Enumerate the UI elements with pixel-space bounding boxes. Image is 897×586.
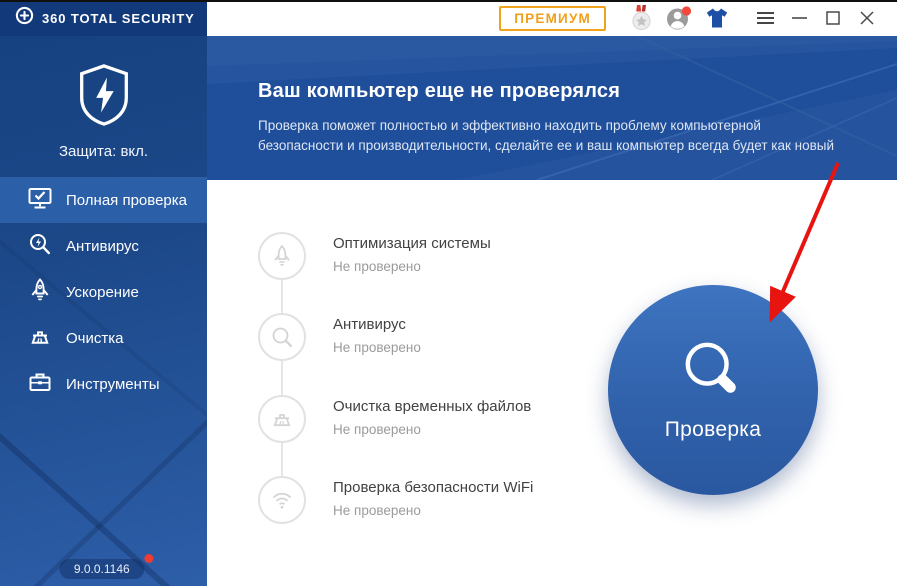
checklist-item-title: Проверка безопасности WiFi bbox=[333, 479, 533, 496]
scan-button-label: Проверка bbox=[665, 418, 761, 442]
status-banner: Ваш компьютер еще не проверялся Проверка… bbox=[207, 36, 897, 180]
magnifier-icon bbox=[258, 313, 306, 361]
app-logo: 360 TOTAL SECURITY bbox=[0, 0, 207, 36]
minimize-icon[interactable] bbox=[782, 3, 816, 33]
sidebar-item-tools[interactable]: Инструменты bbox=[0, 361, 207, 407]
theme-shirt-icon[interactable] bbox=[702, 3, 732, 33]
medal-icon[interactable] bbox=[626, 3, 656, 33]
account-icon[interactable] bbox=[664, 3, 694, 33]
checklist-item-status: Не проверено bbox=[333, 422, 531, 437]
toolbox-icon bbox=[27, 369, 53, 399]
broom-icon bbox=[27, 323, 53, 353]
sidebar: 360 TOTAL SECURITY Защита: вкл. bbox=[0, 0, 207, 586]
sidebar-menu: Полная проверка Антивирус bbox=[0, 177, 207, 407]
checklist-item-antivirus: Антивирус Не проверено bbox=[258, 313, 421, 361]
sidebar-item-speedup[interactable]: Ускорение bbox=[0, 269, 207, 315]
broom-icon bbox=[258, 395, 306, 443]
scan-button[interactable]: Проверка bbox=[608, 285, 818, 495]
wifi-icon bbox=[258, 476, 306, 524]
logo-text: 360 TOTAL SECURITY bbox=[42, 11, 195, 26]
app-window: 360 TOTAL SECURITY Защита: вкл. bbox=[0, 0, 897, 586]
circle-plus-icon bbox=[15, 6, 34, 30]
shield-lightning-icon bbox=[76, 114, 132, 131]
sidebar-item-label: Полная проверка bbox=[66, 192, 187, 209]
version-text: 9.0.0.1146 bbox=[74, 562, 130, 576]
close-icon[interactable] bbox=[850, 3, 884, 33]
protection-status-block: Защита: вкл. bbox=[0, 63, 207, 160]
menu-icon[interactable] bbox=[748, 3, 782, 33]
maximize-icon[interactable] bbox=[816, 3, 850, 33]
rocket-icon bbox=[27, 277, 53, 307]
checklist-item-title: Очистка временных файлов bbox=[333, 398, 531, 415]
sidebar-item-cleanup[interactable]: Очистка bbox=[0, 315, 207, 361]
version-badge: 9.0.0.1146 bbox=[59, 559, 145, 579]
sidebar-item-antivirus[interactable]: Антивирус bbox=[0, 223, 207, 269]
monitor-check-icon bbox=[27, 185, 53, 215]
checklist-item-status: Не проверено bbox=[333, 503, 533, 518]
window-controls bbox=[748, 3, 884, 33]
sidebar-item-label: Антивирус bbox=[66, 238, 139, 255]
checklist-item-title: Антивирус bbox=[333, 316, 421, 333]
sidebar-item-label: Ускорение bbox=[66, 284, 139, 301]
checklist-item-status: Не проверено bbox=[333, 340, 421, 355]
premium-button[interactable]: ПРЕМИУМ bbox=[499, 6, 606, 31]
titlebar: ПРЕМИУМ bbox=[207, 0, 897, 36]
sidebar-item-label: Инструменты bbox=[66, 376, 160, 393]
sidebar-item-full-check[interactable]: Полная проверка bbox=[0, 177, 207, 223]
checklist-connector-line bbox=[281, 256, 283, 500]
checklist-item-status: Не проверено bbox=[333, 259, 491, 274]
checklist-item-optimization: Оптимизация системы Не проверено bbox=[258, 232, 491, 280]
page-description: Проверка поможет полностью и эффективно … bbox=[258, 116, 850, 156]
magnifier-icon bbox=[682, 339, 744, 406]
update-notification-dot bbox=[145, 554, 154, 563]
main-content: Оптимизация системы Не проверено Антивир… bbox=[207, 180, 897, 586]
checklist-item-title: Оптимизация системы bbox=[333, 235, 491, 252]
magnifier-lightning-icon bbox=[27, 231, 53, 261]
sidebar-item-label: Очистка bbox=[66, 330, 123, 347]
protection-status-label: Защита: вкл. bbox=[0, 143, 207, 160]
checklist-item-temp-files: Очистка временных файлов Не проверено bbox=[258, 395, 531, 443]
checklist-item-wifi: Проверка безопасности WiFi Не проверено bbox=[258, 476, 533, 524]
page-title: Ваш компьютер еще не проверялся bbox=[258, 80, 857, 103]
rocket-icon bbox=[258, 232, 306, 280]
